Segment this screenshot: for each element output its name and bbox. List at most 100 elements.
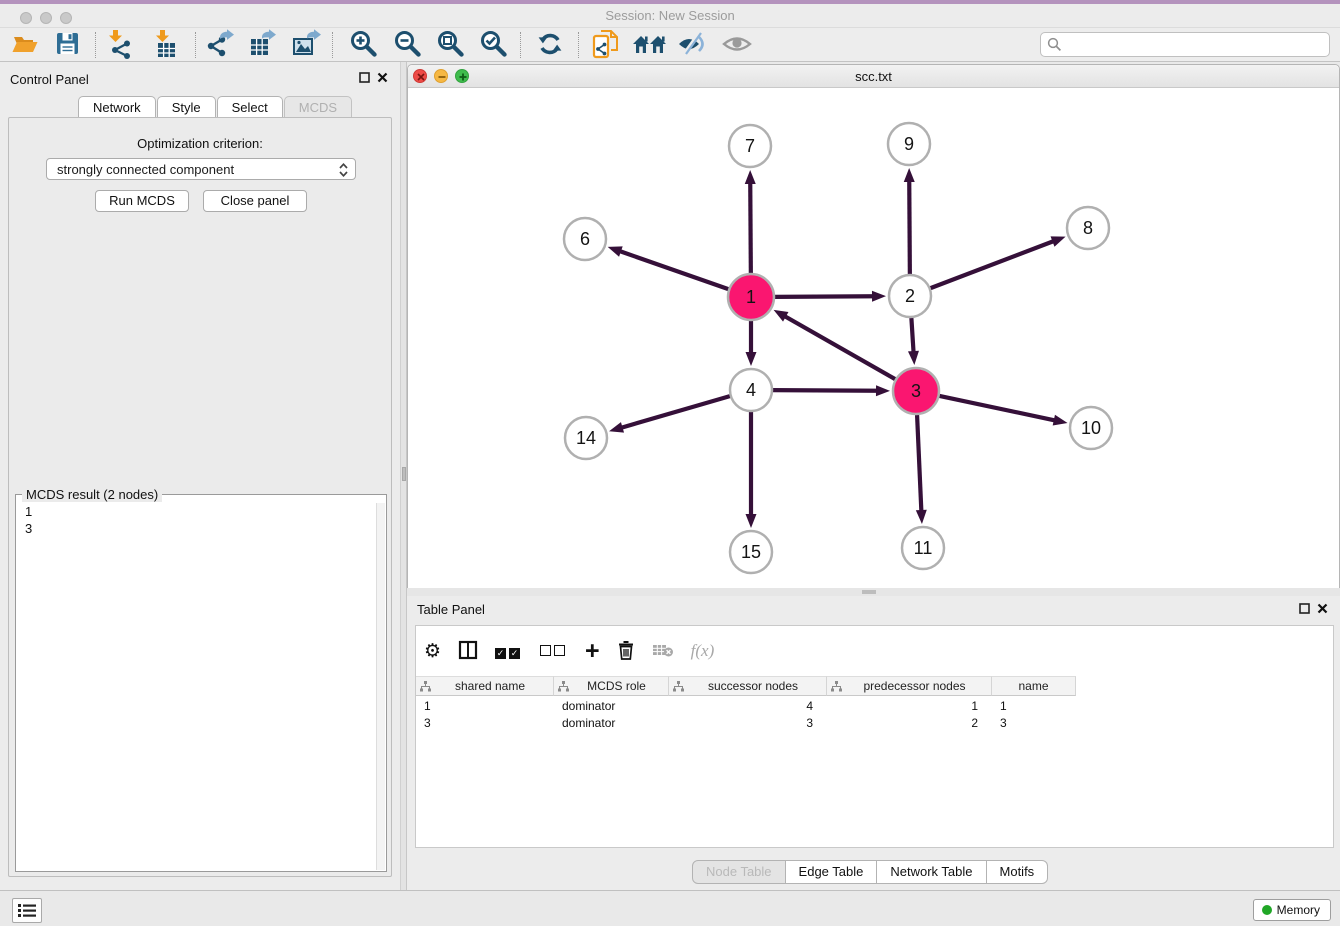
tab-node-table[interactable]: Node Table [692, 860, 786, 884]
column-header-mcds-role[interactable]: MCDS role [554, 676, 669, 696]
cell-predecessor-nodes[interactable]: 1 [827, 697, 992, 714]
export-table-button[interactable] [245, 30, 281, 60]
refresh-layout-button[interactable] [532, 30, 568, 60]
close-panel-icon[interactable] [377, 71, 388, 86]
cell-shared-name[interactable]: 1 [416, 697, 554, 714]
network-window-titlebar[interactable]: scc.txt [408, 65, 1339, 88]
add-column-icon[interactable]: + [585, 641, 600, 661]
graph-node-10[interactable]: 10 [1070, 407, 1112, 449]
graph-node-14[interactable]: 14 [565, 417, 607, 459]
tab-motifs[interactable]: Motifs [987, 860, 1049, 884]
zoom-fit-button[interactable] [431, 30, 469, 60]
export-network-button[interactable] [202, 30, 238, 60]
table-row[interactable]: 3 dominator 3 2 3 [416, 714, 1076, 731]
deselect-all-icon[interactable] [540, 644, 568, 659]
column-header-predecessor-nodes[interactable]: predecessor nodes [827, 676, 992, 696]
graph-edge-2-8[interactable] [931, 240, 1056, 288]
graph-node-1[interactable]: 1 [728, 274, 774, 320]
graph-edge-4-3[interactable] [773, 390, 879, 391]
graph-edge-1-2[interactable] [775, 296, 875, 297]
clone-network-button[interactable] [588, 30, 624, 60]
criterion-value: strongly connected component [57, 162, 234, 177]
save-floppy-icon [55, 31, 80, 59]
delete-column-icon[interactable] [617, 640, 635, 663]
graph-edge-1-7[interactable] [750, 181, 751, 273]
zoom-selected-icon [479, 29, 508, 61]
mcds-result-textarea[interactable]: 1 3 [17, 503, 385, 870]
table-row[interactable]: 1 dominator 4 1 1 [416, 697, 1076, 714]
tab-network[interactable]: Network [78, 96, 156, 118]
graph-edge-3-10[interactable] [939, 396, 1056, 421]
panel-splitter[interactable] [400, 62, 407, 890]
cell-name[interactable]: 1 [992, 697, 1076, 714]
graph-node-3[interactable]: 3 [893, 368, 939, 414]
tab-mcds[interactable]: MCDS [284, 96, 352, 118]
columns-icon[interactable] [458, 640, 478, 663]
tab-edge-table[interactable]: Edge Table [786, 860, 878, 884]
settings-gear-icon[interactable]: ⚙ [424, 640, 441, 662]
graph-edge-2-9[interactable] [909, 179, 910, 274]
graph-edge-2-3[interactable] [911, 318, 913, 354]
cell-mcds-role[interactable]: dominator [554, 697, 669, 714]
run-mcds-button[interactable]: Run MCDS [95, 190, 189, 212]
zoom-selected-button[interactable] [474, 30, 512, 60]
control-panel: Control Panel Network Style Select MCDS … [0, 62, 400, 890]
save-session-button[interactable] [50, 30, 84, 60]
column-header-successor-nodes[interactable]: successor nodes [669, 676, 827, 696]
cell-shared-name[interactable]: 3 [416, 714, 554, 731]
tab-network-table[interactable]: Network Table [877, 860, 986, 884]
network-canvas[interactable]: 1 2 3 4 6 7 8 9 10 11 14 15 [408, 88, 1339, 588]
graph-edge-arrowhead [609, 422, 624, 433]
splitter-grip[interactable] [862, 590, 876, 594]
panels-menu-button[interactable] [12, 898, 42, 923]
import-table-button[interactable] [148, 30, 184, 60]
graph-node-4[interactable]: 4 [730, 369, 772, 411]
graph-edge-arrowhead [746, 352, 757, 366]
graph-node-6[interactable]: 6 [564, 218, 606, 260]
zoom-out-button[interactable] [388, 30, 426, 60]
criterion-dropdown[interactable]: strongly connected component [46, 158, 356, 180]
cell-successor-nodes[interactable]: 4 [669, 697, 827, 714]
graph-edge-3-11[interactable] [917, 415, 921, 513]
column-header-name[interactable]: name [992, 676, 1076, 696]
import-network-button[interactable] [102, 30, 136, 60]
show-hide-graphics-button[interactable] [674, 30, 712, 60]
svg-text:14: 14 [576, 428, 596, 448]
cell-successor-nodes[interactable]: 3 [669, 714, 827, 731]
graph-edge-4-14[interactable] [620, 396, 730, 428]
graph-node-8[interactable]: 8 [1067, 207, 1109, 249]
horizontal-splitter[interactable] [407, 588, 1340, 596]
open-file-button[interactable] [8, 30, 42, 60]
import-table-icon [151, 29, 181, 62]
search-field-wrap [1040, 32, 1330, 57]
graph-edge-1-6[interactable] [618, 251, 728, 290]
graph-node-2[interactable]: 2 [889, 275, 931, 317]
graph-node-9[interactable]: 9 [888, 123, 930, 165]
eye-disabled-button[interactable] [718, 30, 756, 60]
export-image-button[interactable] [288, 30, 326, 60]
search-input[interactable] [1040, 32, 1330, 57]
close-panel-button[interactable]: Close panel [203, 190, 307, 212]
graph-node-15[interactable]: 15 [730, 531, 772, 573]
first-neighbors-button[interactable] [630, 30, 670, 60]
dropdown-stepper-icon [338, 162, 349, 181]
float-panel-icon[interactable] [359, 71, 370, 86]
zoom-in-button[interactable] [344, 30, 382, 60]
select-all-icon[interactable]: ✓✓ [495, 644, 523, 659]
cell-name[interactable]: 3 [992, 714, 1076, 731]
cell-mcds-role[interactable]: dominator [554, 714, 669, 731]
result-scrollbar[interactable] [376, 503, 385, 870]
result-line: 3 [17, 520, 385, 537]
graph-node-11[interactable]: 11 [902, 527, 944, 569]
cell-predecessor-nodes[interactable]: 2 [827, 714, 992, 731]
graph-node-7[interactable]: 7 [729, 125, 771, 167]
tab-style[interactable]: Style [157, 96, 216, 118]
splitter-grip[interactable] [402, 467, 406, 481]
column-header-shared-name[interactable]: shared name [416, 676, 554, 696]
float-panel-icon[interactable] [1299, 602, 1310, 617]
svg-text:9: 9 [904, 134, 914, 154]
graph-edge-3-1[interactable] [783, 315, 895, 379]
close-panel-icon[interactable] [1317, 602, 1328, 617]
tab-select[interactable]: Select [217, 96, 283, 118]
memory-button[interactable]: Memory [1253, 899, 1331, 921]
